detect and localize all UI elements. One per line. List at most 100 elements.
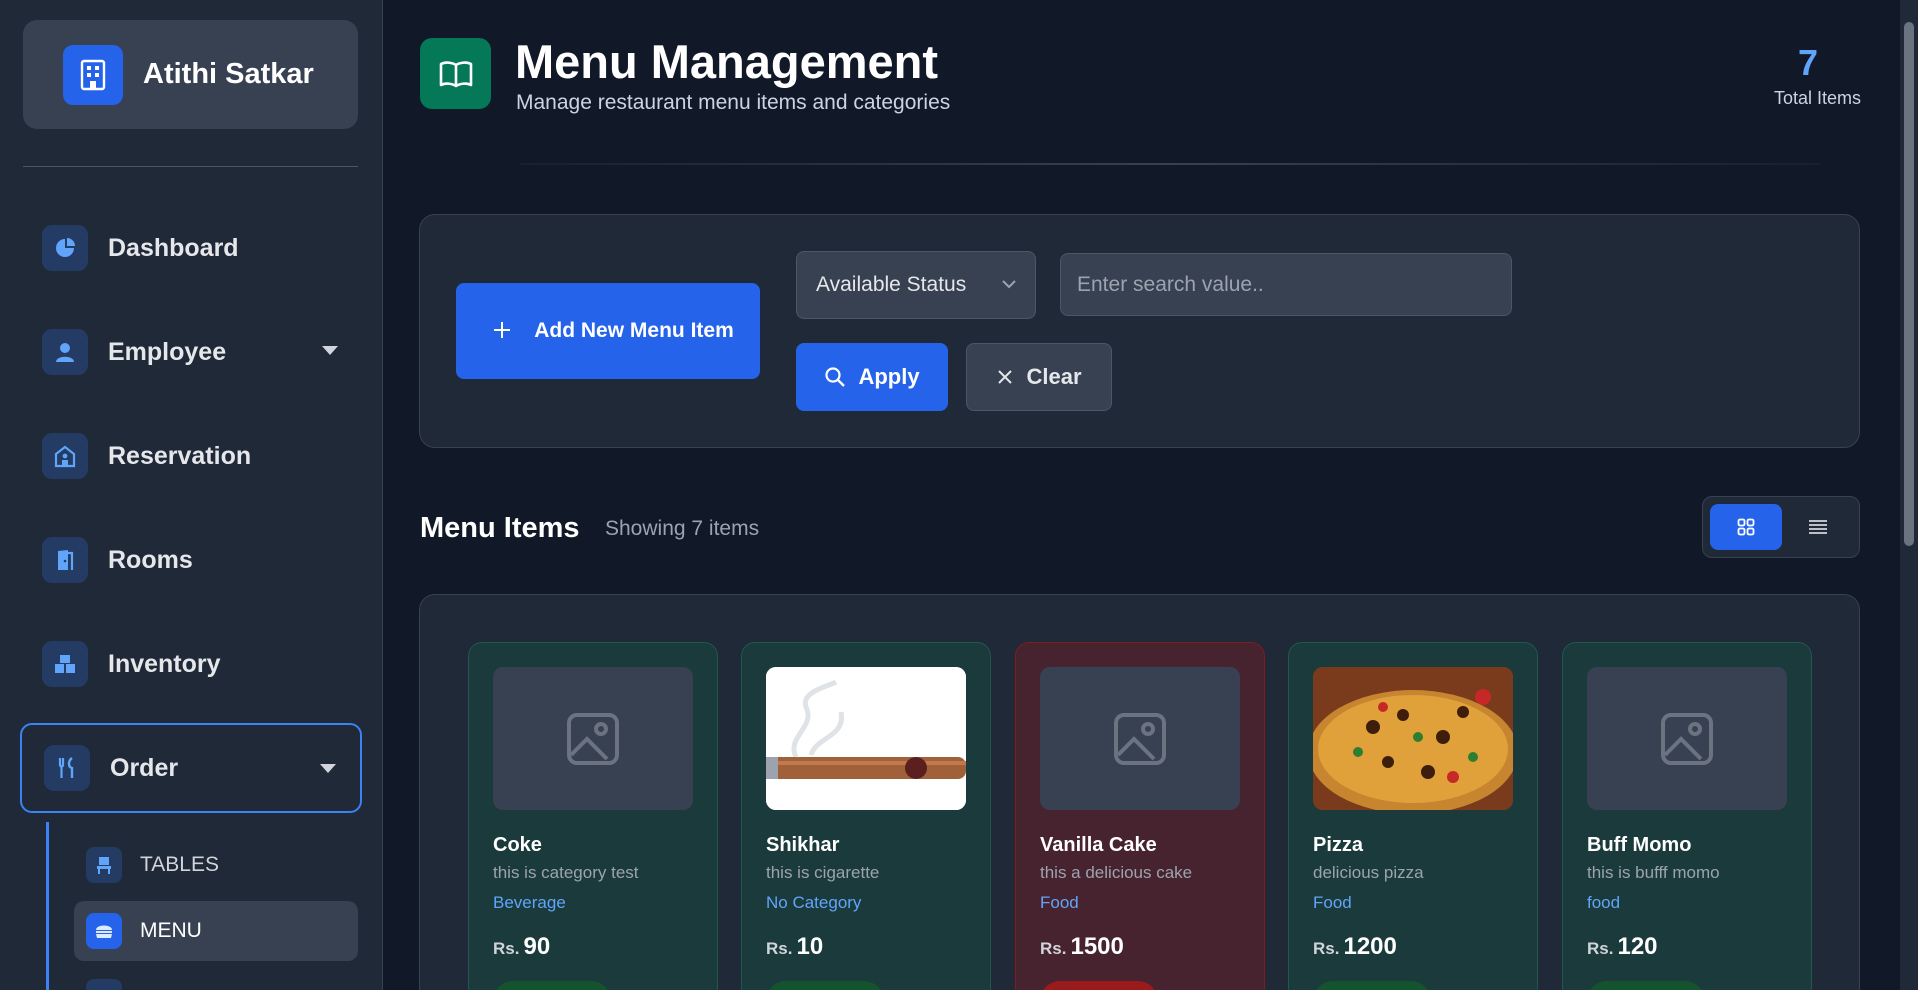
card-name: Coke [493,834,542,856]
sidebar-item-reservation[interactable]: Reservation [20,411,362,501]
menu-card[interactable]: Shikhar this is cigarette No Category Rs… [741,642,991,990]
sidebar-divider [23,166,358,167]
scrollbar-thumb[interactable] [1904,22,1914,546]
page-scrollbar[interactable] [1900,0,1918,990]
total-items-label: Total Items [1773,88,1861,108]
sidebar-subitem-next[interactable] [74,967,358,990]
card-price: Rs. 1500 [1040,933,1124,961]
card-category: Food [1313,893,1352,912]
search-input[interactable] [1060,253,1512,316]
sidebar-subitem-label: TABLES [140,853,219,876]
hotel-icon [42,433,88,479]
close-icon [996,368,1014,386]
sidebar-item-inventory[interactable]: Inventory [20,619,362,709]
sidebar: Atithi Satkar Dashboard Employee Reserva… [0,0,383,990]
currency-label: Rs. [1313,939,1340,958]
image-placeholder-icon [493,667,693,810]
card-description: this is category test [493,863,639,882]
currency-label: Rs. [493,939,520,958]
sidebar-item-order[interactable]: Order [20,723,362,813]
sidebar-item-label: Rooms [108,545,193,574]
utensils-icon [44,745,90,791]
currency-label: Rs. [1040,939,1067,958]
building-icon [63,44,123,105]
card-name: Shikhar [766,834,840,856]
sidebar-item-label: Dashboard [108,233,239,262]
status-select[interactable]: Available Status [796,251,1036,319]
card-category: Beverage [493,893,566,912]
brand[interactable]: Atithi Satkar [23,20,358,129]
status-badge[interactable] [1040,981,1158,990]
total-items-count: 7 [1797,42,1818,83]
sidebar-item-label: Order [110,753,179,782]
subnav-line [46,822,49,990]
boxes-icon [42,641,88,687]
section-title: Menu Items [420,512,580,544]
sidebar-subitem-menu[interactable]: MENU [74,901,358,961]
status-select-value: Available Status [816,273,967,296]
apply-button[interactable]: Apply [796,343,948,411]
grid-view-button[interactable] [1710,504,1782,550]
view-toggle [1702,496,1860,558]
cigar-photo [766,667,966,810]
pie-chart-icon [42,225,88,271]
price-value: 1200 [1343,933,1397,960]
card-price: Rs. 10 [766,933,823,961]
price-value: 10 [796,933,824,960]
card-description: this is bufff momo [1587,863,1720,882]
list-icon [1808,519,1828,535]
status-badge[interactable] [1313,981,1431,990]
menu-card[interactable]: Pizza delicious pizza Food Rs. 1200 [1288,642,1538,990]
pizza-photo [1313,667,1513,810]
card-price: Rs. 1200 [1313,933,1397,961]
card-description: this a delicious cake [1040,863,1193,882]
menu-card[interactable]: Coke this is category test Beverage Rs. 9… [468,642,718,990]
status-badge[interactable] [1587,981,1705,990]
chevron-down-icon [320,764,336,773]
search-icon [824,366,846,388]
chevron-down-icon [322,346,338,355]
user-icon [42,329,88,375]
menu-card[interactable]: Vanilla Cake this a delicious cake Food … [1015,642,1265,990]
card-category: No Category [766,893,862,912]
plus-icon [492,314,522,348]
card-name: Buff Momo [1587,834,1692,856]
card-category: food [1587,893,1621,912]
sidebar-item-dashboard[interactable]: Dashboard [20,203,362,293]
sidebar-subitem-label: MENU [140,919,202,942]
add-menu-item-button[interactable]: Add New Menu Item [456,283,760,379]
list-icon [86,979,122,990]
card-description: delicious pizza [1313,863,1424,882]
header-divider [520,163,1820,165]
sidebar-item-label: Inventory [108,649,221,678]
sidebar-item-label: Employee [108,337,227,366]
sidebar-item-employee[interactable]: Employee [20,307,362,397]
status-badge[interactable] [766,981,884,990]
chair-icon [86,847,122,883]
card-category: Food [1040,893,1079,912]
card-price: Rs. 120 [1587,933,1658,961]
book-icon [420,38,491,109]
card-name: Pizza [1313,834,1364,856]
currency-label: Rs. [1587,939,1614,958]
image-placeholder-icon [1040,667,1240,810]
menu-card[interactable]: Buff Momo this is bufff momo food Rs. 120 [1562,642,1812,990]
page-subtitle: Manage restaurant menu items and categor… [516,91,951,114]
card-name: Vanilla Cake [1040,834,1157,856]
sidebar-subitem-tables[interactable]: TABLES [74,835,358,895]
sidebar-item-label: Reservation [108,441,252,470]
card-price: Rs. 90 [493,933,550,961]
burger-icon [86,913,122,949]
card-description: this is cigarette [766,863,880,882]
image-placeholder-icon [1587,667,1787,810]
apply-label: Apply [858,364,920,389]
clear-button[interactable]: Clear [966,343,1112,411]
sidebar-item-rooms[interactable]: Rooms [20,515,362,605]
status-badge[interactable] [493,981,611,990]
price-value: 120 [1617,933,1658,960]
page-title: Menu Management [515,35,939,88]
list-view-button[interactable] [1782,504,1854,550]
grid-icon [1737,518,1755,536]
section-count: Showing 7 items [605,517,760,540]
currency-label: Rs. [766,939,793,958]
